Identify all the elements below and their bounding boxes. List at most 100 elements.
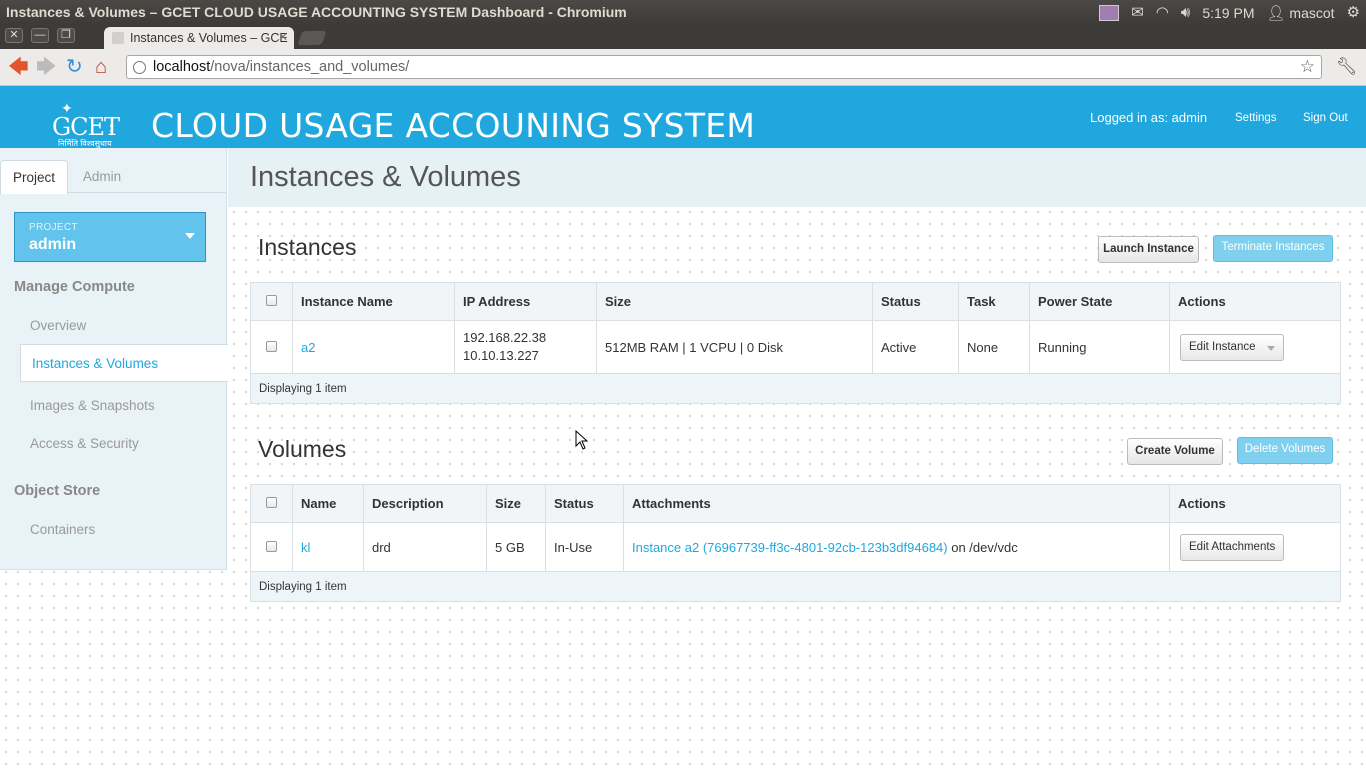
ip-address: 192.168.22.38	[463, 330, 547, 345]
new-tab-button[interactable]	[297, 31, 327, 45]
sidebar-item-images-snapshots[interactable]: Images & Snapshots	[30, 398, 155, 413]
actions-cell: Edit Attachments	[1169, 522, 1341, 572]
back-icon[interactable]: 🡄	[8, 57, 29, 77]
column-header[interactable]: Size	[596, 282, 873, 321]
globe-icon	[133, 61, 146, 74]
project-switcher[interactable]: PROJECT admin	[14, 212, 206, 262]
wifi-icon[interactable]: ◠	[1156, 5, 1169, 20]
mail-icon[interactable]: ✉	[1131, 5, 1144, 20]
column-header[interactable]: Attachments	[623, 484, 1170, 523]
column-header[interactable]: Status	[545, 484, 624, 523]
os-top-panel: Instances & Volumes – GCET CLOUD USAGE A…	[0, 0, 1366, 25]
system-tray: ✉ ◠ 🔊︎ 5:19 PM 👤︎ mascot ⚙	[1099, 0, 1360, 25]
select-all-cell	[250, 484, 293, 523]
restore-window-button[interactable]: ❐	[57, 28, 75, 43]
chevron-down-icon	[185, 233, 195, 239]
column-header[interactable]: Name	[292, 484, 364, 523]
volume-link[interactable]: kl	[301, 540, 310, 555]
column-header[interactable]: IP Address	[454, 282, 597, 321]
row-checkbox[interactable]	[266, 540, 277, 552]
actions-cell: Edit Instance	[1169, 320, 1341, 374]
forward-icon[interactable]: 🡆	[36, 57, 57, 77]
create-volume-button[interactable]: Create Volume	[1127, 438, 1223, 465]
section-heading-manage-compute: Manage Compute	[14, 279, 135, 295]
row-checkbox[interactable]	[266, 340, 277, 352]
bookmark-star-icon[interactable]: ☆	[1300, 57, 1315, 77]
column-header[interactable]: Instance Name	[292, 282, 455, 321]
column-header[interactable]: Task	[958, 282, 1030, 321]
tab-title: Instances & Volumes – GCE	[130, 31, 288, 45]
tab-project[interactable]: Project	[0, 160, 68, 194]
attached-instance-link[interactable]: Instance a2 (76967739-ff3c-4801-92cb-123…	[632, 540, 948, 555]
sidebar-item-label: Instances & Volumes	[32, 356, 159, 371]
terminate-instances-button[interactable]: Terminate Instances	[1213, 235, 1333, 262]
column-header: Actions	[1169, 484, 1341, 523]
instance-name-cell: a2	[292, 320, 455, 374]
edit-attachments-button[interactable]: Edit Attachments	[1180, 533, 1285, 561]
url-host: localhost	[153, 59, 211, 75]
size-cell: 512MB RAM | 1 VCPU | 0 Disk	[596, 320, 873, 374]
sidebar-item-overview[interactable]: Overview	[30, 318, 86, 333]
tab-strip: ✕ — ❐ Instances & Volumes – GCE ✕	[0, 25, 1366, 49]
browser-toolbar: 🡄 🡆 ↻ ⌂ localhost/nova/instances_and_vol…	[0, 49, 1366, 86]
project-name: admin	[29, 236, 77, 253]
select-all-cell	[250, 282, 293, 321]
row-select-cell	[250, 320, 293, 374]
address-bar[interactable]: localhost/nova/instances_and_volumes/ ☆	[126, 55, 1322, 79]
volume-icon[interactable]: 🔊︎	[1181, 5, 1190, 20]
ip-cell: 192.168.22.38 10.10.13.227	[454, 320, 597, 374]
column-header[interactable]: Size	[486, 484, 546, 523]
dashboard-tabs: Project Admin	[0, 160, 227, 194]
reload-icon[interactable]: ↻	[66, 57, 83, 77]
table-header-row: Instance Name IP Address Size Status Tas…	[250, 282, 1341, 321]
table-footer: Displaying 1 item	[250, 373, 1341, 404]
ip-address: 10.10.13.227	[463, 348, 539, 363]
column-header[interactable]: Description	[363, 484, 487, 523]
minimize-window-button[interactable]: —	[31, 28, 49, 43]
table-footer-row: Displaying 1 item	[250, 373, 1341, 404]
tab-close-icon[interactable]: ✕	[278, 30, 288, 44]
power-state-cell: Running	[1029, 320, 1170, 374]
status-cell: Active	[872, 320, 959, 374]
browser-tab[interactable]: Instances & Volumes – GCE ✕	[104, 27, 294, 49]
sidebar-item-containers[interactable]: Containers	[30, 522, 95, 537]
sidebar-item-instances-volumes[interactable]: Instances & Volumes	[20, 344, 228, 382]
user-icon: 👤︎	[1266, 4, 1286, 22]
indicator-icon[interactable]	[1099, 4, 1120, 21]
instances-title: Instances	[258, 234, 357, 260]
launch-instance-button[interactable]: Launch Instance	[1098, 236, 1199, 263]
sign-out-link[interactable]: Sign Out	[1303, 112, 1348, 124]
settings-link[interactable]: Settings	[1235, 112, 1277, 124]
settings-gear-icon[interactable]: ⚙	[1347, 5, 1360, 20]
attachments-cell: Instance a2 (76967739-ff3c-4801-92cb-123…	[623, 522, 1170, 572]
wrench-menu-icon[interactable]: 🔧︎	[1336, 57, 1358, 77]
mouse-cursor-icon	[575, 430, 589, 450]
project-label: PROJECT	[29, 222, 78, 233]
select-all-checkbox[interactable]	[266, 295, 277, 306]
window-title: Instances & Volumes – GCET CLOUD USAGE A…	[6, 4, 627, 20]
column-header[interactable]: Power State	[1029, 282, 1170, 321]
select-all-checkbox[interactable]	[266, 497, 277, 508]
clock[interactable]: 5:19 PM	[1202, 5, 1254, 21]
url-path: /nova/instances_and_volumes/	[210, 59, 410, 75]
user-name: mascot	[1289, 4, 1335, 21]
description-cell: drd	[363, 522, 487, 572]
sidebar-item-access-security[interactable]: Access & Security	[30, 436, 139, 451]
gcet-logo[interactable]: ✦ GCET ⌇ निर्मिति विश्वसुधाय	[46, 100, 138, 148]
delete-volumes-button[interactable]: Delete Volumes	[1237, 437, 1333, 464]
status-cell: In-Use	[545, 522, 624, 572]
home-icon[interactable]: ⌂	[95, 57, 107, 77]
more-actions-dropdown[interactable]	[1260, 333, 1285, 361]
edit-instance-button[interactable]: Edit Instance	[1180, 333, 1265, 361]
sidebar: Project Admin PROJECT admin Manage Compu…	[0, 148, 228, 570]
close-window-button[interactable]: ✕	[5, 28, 23, 43]
site-title: CLOUD USAGE ACCOUNING SYSTEM	[151, 106, 756, 145]
instances-table: Instance Name IP Address Size Status Tas…	[250, 282, 1341, 404]
table-footer: Displaying 1 item	[250, 571, 1341, 602]
volumes-table: Name Description Size Status Attachments…	[250, 484, 1341, 602]
instance-link[interactable]: a2	[301, 340, 315, 355]
tab-admin[interactable]: Admin	[70, 160, 134, 194]
column-header[interactable]: Status	[872, 282, 959, 321]
user-menu[interactable]: 👤︎ mascot	[1266, 5, 1334, 21]
favicon-icon	[112, 32, 124, 44]
